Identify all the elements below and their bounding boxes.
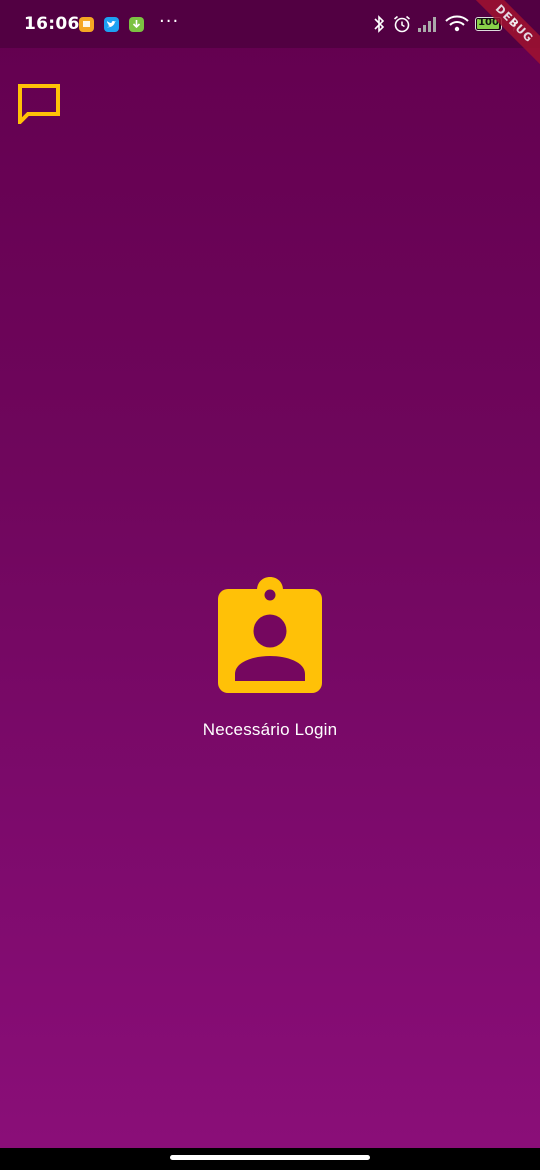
contact-badge-icon bbox=[218, 577, 322, 693]
app-screen: 16:06 ··· 100 DEBUG Necessário Login bbox=[0, 0, 540, 1148]
status-time: 16:06 bbox=[24, 14, 80, 34]
login-required-message: Necessário Login bbox=[202, 720, 338, 739]
login-required-panel: Necessário Login bbox=[0, 576, 540, 740]
signal-icon bbox=[416, 14, 438, 38]
twitter-notification-icon bbox=[104, 17, 119, 32]
alarm-icon bbox=[392, 14, 412, 38]
more-notifications-indicator: ··· bbox=[159, 11, 180, 32]
download-notification-icon bbox=[129, 17, 144, 32]
wifi-icon bbox=[444, 14, 470, 38]
chat-button[interactable] bbox=[16, 82, 62, 127]
status-bar: 16:06 ··· 100 bbox=[0, 0, 540, 48]
flag-notification-icon bbox=[79, 17, 94, 32]
chat-bubble-icon bbox=[18, 84, 60, 127]
home-gesture-handle[interactable] bbox=[170, 1155, 370, 1160]
system-navigation-bar bbox=[0, 1148, 540, 1170]
bluetooth-icon bbox=[372, 14, 386, 38]
